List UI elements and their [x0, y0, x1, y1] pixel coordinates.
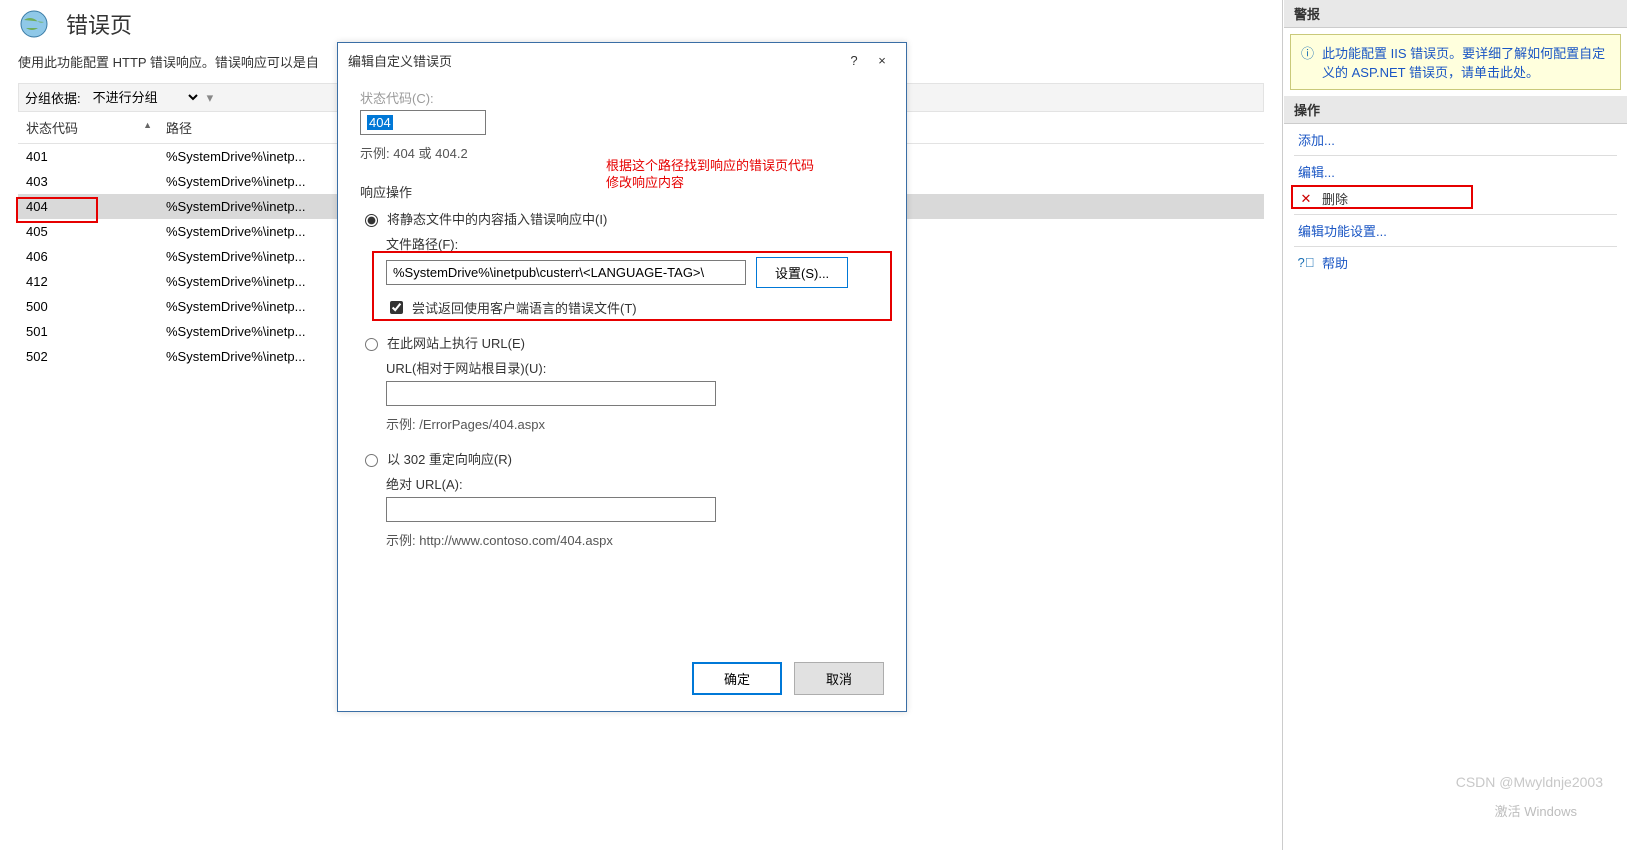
cell-status: 500 [18, 297, 158, 316]
cell-status: 501 [18, 322, 158, 341]
col-path[interactable]: 路径 [158, 112, 200, 143]
alert-text[interactable]: 此功能配置 IIS 错误页。要详细了解如何配置自定义的 ASP.NET 错误页，… [1322, 43, 1610, 81]
edit-error-page-dialog: 编辑自定义错误页 ? × 状态代码(C): 404 示例: 404 或 404.… [337, 42, 907, 712]
opt-static-file[interactable]: 将静态文件中的内容插入错误响应中(I) [360, 209, 884, 228]
group-by-label: 分组依据: [25, 88, 81, 107]
radio-static[interactable] [365, 214, 378, 227]
cell-path: %SystemDrive%\inetp... [158, 272, 333, 291]
cell-status: 502 [18, 347, 158, 366]
client-lang-checkbox[interactable]: 尝试返回使用客户端语言的错误文件(T) [386, 298, 884, 317]
cell-path: %SystemDrive%\inetp... [158, 347, 333, 366]
abs-url-example: 示例: http://www.contoso.com/404.aspx [386, 530, 884, 549]
status-code-label: 状态代码(C): [360, 88, 884, 107]
file-path-input[interactable] [386, 260, 746, 285]
info-icon: ⓘ [1301, 43, 1314, 81]
alert-box: ⓘ 此功能配置 IIS 错误页。要详细了解如何配置自定义的 ASP.NET 错误… [1290, 34, 1621, 90]
action-edit[interactable]: 编辑... [1284, 158, 1627, 185]
globe-icon [18, 8, 50, 40]
col-status[interactable]: 状态代码▲ [18, 112, 158, 143]
close-button[interactable]: × [868, 53, 896, 68]
cell-status: 405 [18, 222, 158, 241]
cell-path: %SystemDrive%\inetp... [158, 297, 333, 316]
opt-redirect[interactable]: 以 302 重定向响应(R) [360, 449, 884, 468]
cancel-button[interactable]: 取消 [794, 662, 884, 695]
set-button[interactable]: 设置(S)... [756, 257, 848, 288]
radio-redirect[interactable] [365, 454, 378, 467]
cell-path: %SystemDrive%\inetp... [158, 247, 333, 266]
cell-status: 401 [18, 147, 158, 166]
opt-execute-url[interactable]: 在此网站上执行 URL(E) [360, 333, 884, 352]
cell-status: 403 [18, 172, 158, 191]
cell-path: %SystemDrive%\inetp... [158, 197, 333, 216]
actions-header: 操作 [1284, 96, 1627, 124]
cell-path: %SystemDrive%\inetp... [158, 147, 333, 166]
windows-watermark: 激活 Windows [1495, 801, 1577, 820]
cell-path: %SystemDrive%\inetp... [158, 322, 333, 341]
file-path-label: 文件路径(F): [386, 234, 884, 253]
ok-button[interactable]: 确定 [692, 662, 782, 695]
status-code-input[interactable]: 404 [360, 110, 486, 135]
abs-url-input[interactable] [386, 497, 716, 522]
cell-status: 412 [18, 272, 158, 291]
radio-execute-url[interactable] [365, 338, 378, 351]
action-help[interactable]: ?⃝ 帮助 [1284, 249, 1627, 276]
abs-url-label: 绝对 URL(A): [386, 474, 884, 493]
delete-icon: ✕ [1298, 191, 1314, 207]
cell-path: %SystemDrive%\inetp... [158, 172, 333, 191]
chk-client-lang[interactable] [390, 301, 403, 314]
annotation-line2: 修改响应内容 [606, 175, 814, 192]
url-label: URL(相对于网站根目录)(U): [386, 358, 884, 377]
cell-status: 406 [18, 247, 158, 266]
csdn-watermark: CSDN @Mwyldnje2003 [1456, 774, 1603, 790]
annotation-line1: 根据这个路径找到响应的错误页代码 [606, 158, 814, 175]
help-icon: ?⃝ [1298, 255, 1314, 270]
group-by-select[interactable]: 不进行分组 [87, 87, 201, 108]
dialog-title: 编辑自定义错误页 [348, 51, 840, 70]
action-add[interactable]: 添加... [1284, 126, 1627, 153]
action-delete[interactable]: ✕ 删除 [1284, 185, 1627, 212]
page-title: 错误页 [66, 8, 132, 40]
action-edit-feature[interactable]: 编辑功能设置... [1284, 217, 1627, 244]
cell-path: %SystemDrive%\inetp... [158, 222, 333, 241]
url-input[interactable] [386, 381, 716, 406]
alerts-header: 警报 [1284, 0, 1627, 28]
help-button[interactable]: ? [840, 53, 868, 68]
cell-status: 404 [18, 197, 158, 216]
url-example: 示例: /ErrorPages/404.aspx [386, 414, 884, 433]
